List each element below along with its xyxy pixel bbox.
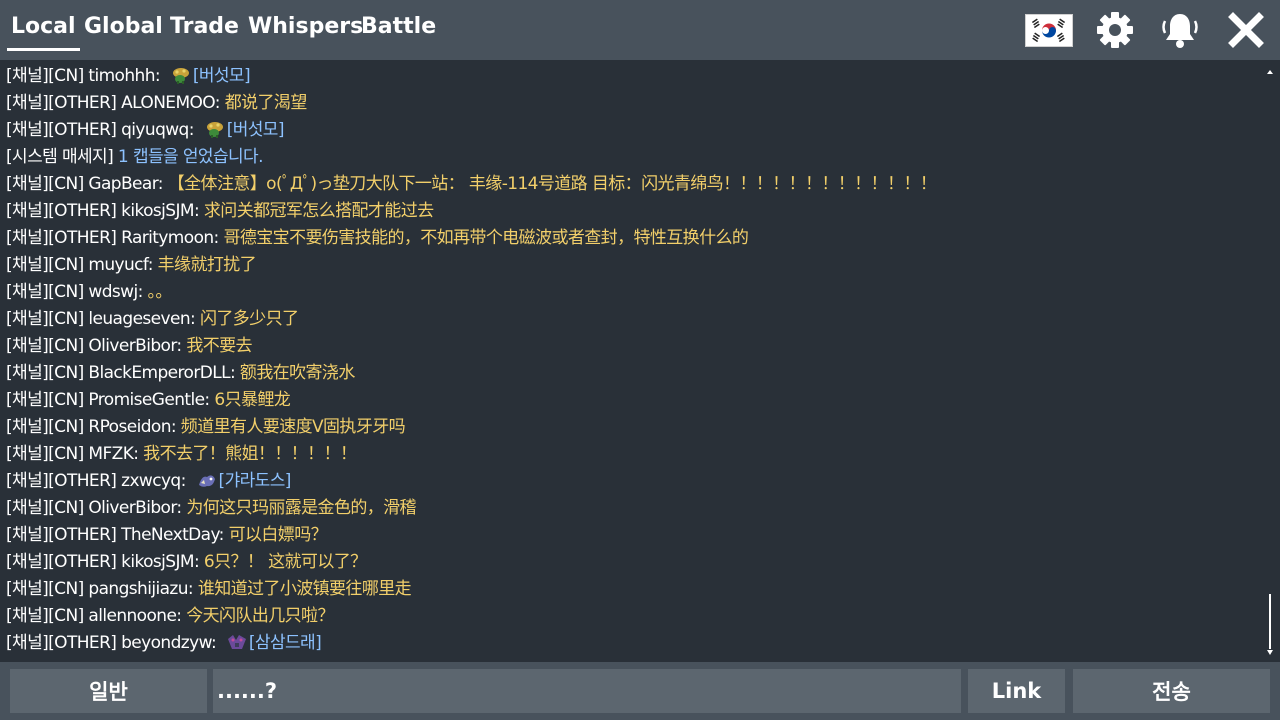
chat-message-row: [시스템 매세지] 1 캡들을 얻었습니다. (6, 144, 263, 171)
paras-icon (172, 68, 189, 84)
tab-battle[interactable]: Battle (361, 14, 436, 39)
pokemon-link[interactable]: [갸라도스] (219, 471, 292, 491)
sender-label[interactable]: [채널][CN] wdswj: (6, 282, 148, 302)
chat-message-row: [채널][CN] muyucf: 丰缘就打扰了 (6, 252, 257, 279)
sender-label[interactable]: [채널][OTHER] kikosjSJM: (6, 201, 204, 221)
message-text: 我不去了！熊姐！！！！！！ (143, 444, 357, 464)
sender-label[interactable]: [채널][OTHER] TheNextDay: (6, 525, 229, 545)
message-text: 今天闪队出几只啦？ (186, 606, 334, 626)
chat-tab-bar: Local Global Trade Whispers Battle (0, 0, 1280, 60)
pokemon-link[interactable]: [버섯모] (227, 120, 285, 140)
chat-message-row: [채널][CN] MFZK: 我不去了！熊姐！！！！！！ (6, 441, 357, 468)
sender-label[interactable]: [채널][CN] RPoseidon: (6, 417, 181, 437)
sender-label[interactable]: [채널][CN] muyucf: (6, 255, 158, 275)
link-button[interactable]: Link (968, 669, 1065, 713)
sender-label[interactable]: [채널][OTHER] Raritymoon: (6, 228, 223, 248)
chat-message-row: [채널][CN] GapBear: 【全体注意】o(ﾟДﾟ)っ垫刀大队下一站： … (6, 171, 937, 198)
sender-label[interactable]: [채널][CN] allennoone: (6, 606, 186, 626)
hydreigon-icon (227, 635, 246, 649)
sender-label[interactable]: [채널][OTHER] ALONEMOO: (6, 93, 225, 113)
pokemon-link[interactable]: [버섯모] (193, 66, 251, 86)
sender-label[interactable]: [채널][OTHER] qiyuqwq: (6, 120, 199, 140)
message-text: 为何这只玛丽露是金色的，滑稽 (186, 498, 416, 518)
chat-message-input[interactable] (213, 669, 961, 713)
message-text: 【全体注意】o(ﾟДﾟ)っ垫刀大队下一站： 丰缘-114号道路 目标：闪光青绵鸟… (167, 174, 937, 194)
sender-label[interactable]: [채널][CN] OliverBibor: (6, 498, 186, 518)
sender-label[interactable]: [채널][CN] OliverBibor: (6, 336, 186, 356)
message-text: 6只暴鲤龙 (214, 390, 291, 410)
send-button[interactable]: 전송 (1073, 669, 1270, 713)
chat-message-row: [채널][OTHER] qiyuqwq: [버섯모] (6, 117, 284, 144)
system-message-text: 1 캡들을 얻었습니다. (117, 147, 264, 167)
chat-message-row: [채널][CN] PromiseGentle: 6只暴鲤龙 (6, 387, 291, 414)
message-text: 我不要去 (186, 336, 252, 356)
pokemon-link[interactable]: [삼삼드래] (249, 633, 322, 653)
chat-input-bar: 일반 Link 전송 (0, 662, 1280, 720)
message-text: 都说了渴望 (224, 93, 308, 113)
channel-select-button[interactable]: 일반 (10, 669, 207, 713)
chat-log[interactable]: [채널][CN] timohhh: [버섯모] [채널][OTHER] ALONE… (0, 62, 1262, 660)
sender-label[interactable]: [채널][CN] BlackEmperorDLL: (6, 363, 240, 383)
sender-label[interactable]: [채널][CN] pangshijiazu: (6, 579, 198, 599)
system-label: [시스템 매세지] (6, 147, 118, 167)
message-text: 额我在吹寄浇水 (239, 363, 355, 383)
gear-icon[interactable] (1095, 10, 1135, 50)
sender-label[interactable]: [채널][OTHER] kikosjSJM: (6, 552, 204, 572)
message-text: 。。 (147, 282, 173, 302)
sender-label[interactable]: [채널][OTHER] zxwcyq: (6, 471, 191, 491)
bell-icon[interactable] (1158, 10, 1202, 50)
chat-message-row: [채널][CN] timohhh: [버섯모] (6, 63, 251, 90)
tab-global[interactable]: Global (84, 14, 163, 39)
chat-message-row: [채널][CN] BlackEmperorDLL: 额我在吹寄浇水 (6, 360, 355, 387)
message-text: 闪了多少只了 (199, 309, 299, 329)
tab-local[interactable]: Local (7, 14, 80, 51)
gyarados-icon (198, 475, 215, 487)
sender-label[interactable]: [채널][CN] leuageseven: (6, 309, 200, 329)
message-text: 丰缘就打扰了 (157, 255, 257, 275)
chat-message-row: [채널][OTHER] beyondzyw: [삼삼드래] (6, 630, 322, 657)
close-icon[interactable] (1226, 10, 1266, 50)
sender-label[interactable]: [채널][CN] GapBear: (6, 174, 168, 194)
korea-flag-icon[interactable] (1025, 14, 1073, 47)
message-text: 哥德宝宝不要伤害技能的，不如再带个电磁波或者查封，特性互换什么的 (223, 228, 749, 248)
sender-label[interactable]: [채널][CN] timohhh: (6, 66, 165, 86)
message-text: 谁知道过了小波镇要往哪里走 (197, 579, 412, 599)
chat-message-row: [채널][OTHER] zxwcyq: [갸라도스] (6, 468, 291, 495)
paras-icon (206, 122, 223, 138)
chat-scrollbar[interactable] (1264, 64, 1276, 660)
message-text: 可以白嫖吗？ (228, 525, 328, 545)
tab-trade[interactable]: Trade (170, 14, 239, 39)
sender-label[interactable]: [채널][CN] PromiseGentle: (6, 390, 214, 410)
chat-message-row: [채널][CN] OliverBibor: 我不要去 (6, 333, 253, 360)
chat-message-row: [채널][OTHER] TheNextDay: 可以白嫖吗？ (6, 522, 328, 549)
tab-whispers[interactable]: Whispers (248, 14, 363, 39)
chat-message-row: [채널][OTHER] ALONEMOO: 都说了渴望 (6, 90, 307, 117)
chat-message-row: [채널][OTHER] Raritymoon: 哥德宝宝不要伤害技能的，不如再带… (6, 225, 749, 252)
chat-message-row: [채널][CN] OliverBibor: 为何这只玛丽露是金色的，滑稽 (6, 495, 417, 522)
chat-message-row: [채널][OTHER] kikosjSJM: 求问关都冠军怎么搭配才能过去 (6, 198, 434, 225)
chat-message-row: [채널][CN] leuageseven: 闪了多少只了 (6, 306, 299, 333)
chat-message-row: [채널][CN] RPoseidon: 频道里有人要速度V固执牙牙吗 (6, 414, 406, 441)
sender-label[interactable]: [채널][OTHER] beyondzyw: (6, 633, 221, 653)
chat-message-row: [채널][CN] pangshijiazu: 谁知道过了小波镇要往哪里走 (6, 576, 412, 603)
message-text: 6只？！ 这就可以了？ (203, 552, 367, 572)
message-text: 频道里有人要速度V固执牙牙吗 (180, 417, 406, 437)
sender-label[interactable]: [채널][CN] MFZK: (6, 444, 143, 464)
chat-message-row: [채널][CN] wdswj: 。。 (6, 279, 172, 306)
chat-message-row: [채널][CN] allennoone: 今天闪队出几只啦？ (6, 603, 334, 630)
message-text: 求问关都冠军怎么搭配才能过去 (203, 201, 434, 221)
chat-message-row: [채널][OTHER] kikosjSJM: 6只？！ 这就可以了？ (6, 549, 367, 576)
